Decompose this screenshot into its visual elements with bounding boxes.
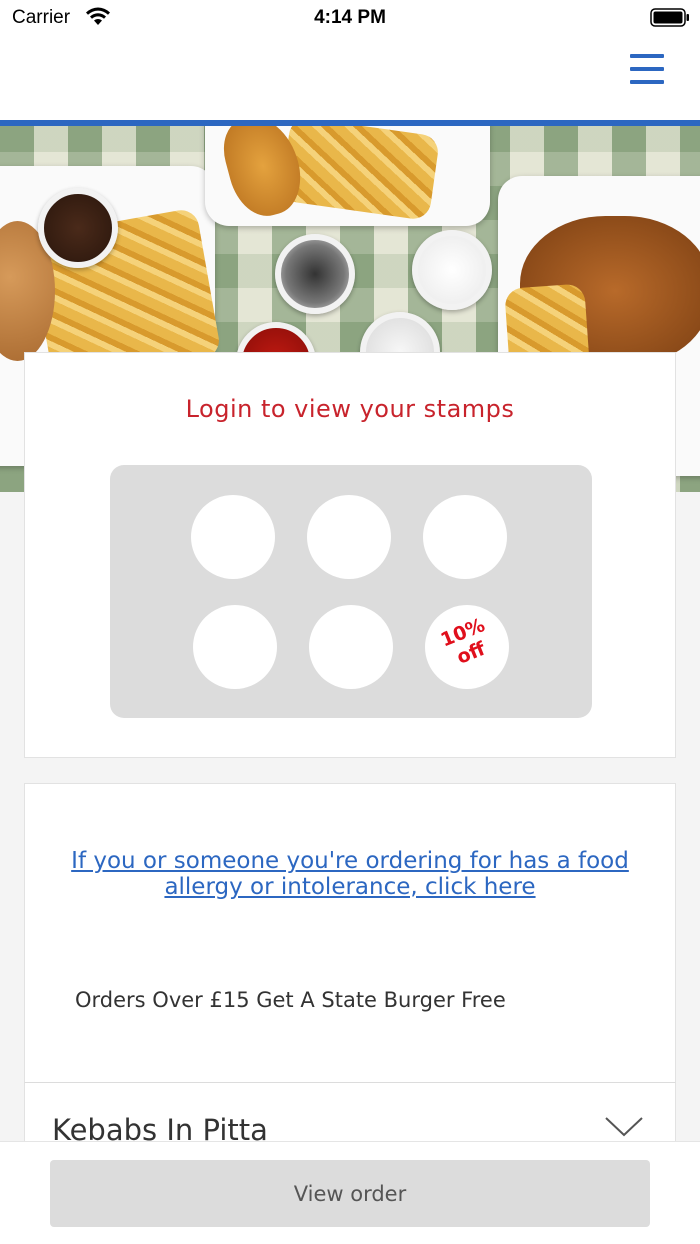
status-bar: Carrier 4:14 PM xyxy=(0,0,700,40)
stamps-login-prompt[interactable]: Login to view your stamps xyxy=(25,395,675,423)
stamp-slot-1 xyxy=(191,495,275,579)
info-card: If you or someone you're ordering for ha… xyxy=(24,783,676,1083)
reward-label: 10% off xyxy=(420,607,514,679)
stamp-slot-reward: 10% off xyxy=(425,605,509,689)
status-time: 4:14 PM xyxy=(314,7,386,28)
promo-text: Orders Over £15 Get A State Burger Free xyxy=(75,988,506,1012)
battery-icon xyxy=(650,8,689,27)
view-order-button[interactable]: View order xyxy=(50,1160,650,1227)
stamp-slot-4 xyxy=(193,605,277,689)
allergy-info-link[interactable]: If you or someone you're ordering for ha… xyxy=(55,848,645,900)
app-header xyxy=(0,40,700,120)
chevron-down-icon xyxy=(605,1117,643,1137)
loyalty-stamps-card: Login to view your stamps 10% off xyxy=(24,352,676,758)
stamp-slot-5 xyxy=(309,605,393,689)
stamp-slot-2 xyxy=(307,495,391,579)
hamburger-menu-icon[interactable] xyxy=(630,54,666,88)
bottom-bar: View order xyxy=(0,1141,700,1244)
stamp-grid: 10% off xyxy=(110,465,592,718)
stamp-slot-3 xyxy=(423,495,507,579)
